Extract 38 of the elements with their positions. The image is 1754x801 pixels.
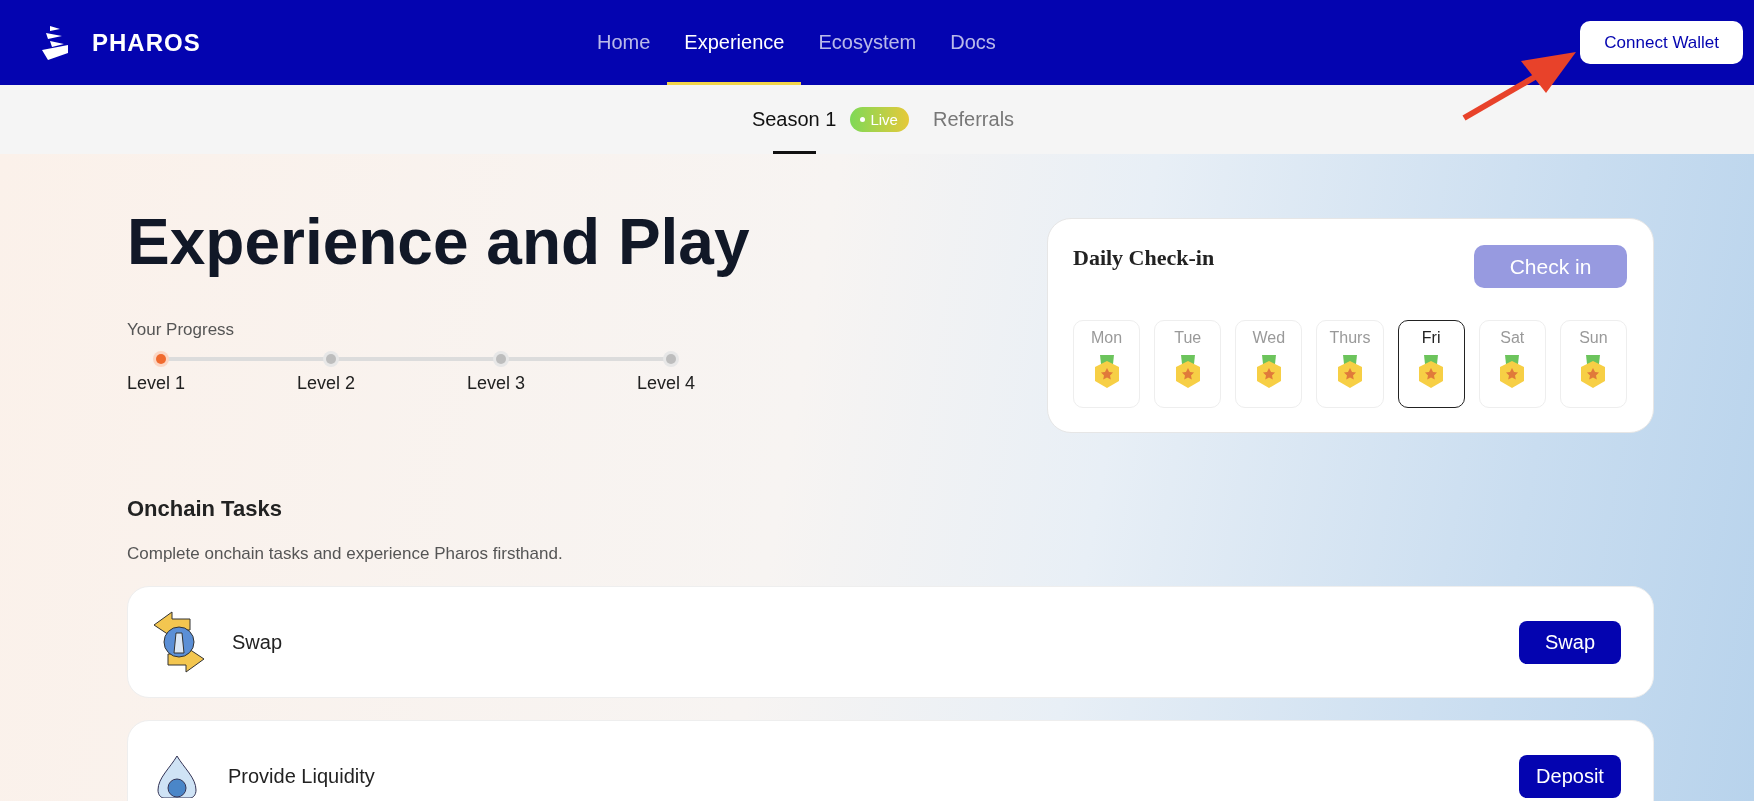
medal-icon xyxy=(1336,355,1364,391)
day-label: Fri xyxy=(1421,329,1441,347)
day-label: Mon xyxy=(1091,329,1123,347)
section-subtitle: Complete onchain tasks and experience Pharos firsthand. xyxy=(127,544,564,564)
level-label: Level 4 xyxy=(637,373,696,393)
live-badge: Live xyxy=(850,107,909,132)
medal-icon xyxy=(1092,355,1121,391)
sub-tab[interactable]: Referrals xyxy=(932,85,1015,154)
day-label: Sun xyxy=(1579,329,1608,347)
medal-icon xyxy=(1417,355,1446,391)
day-label: Wed xyxy=(1252,329,1286,347)
card-title: Daily Check-in xyxy=(1073,245,1215,271)
medal-icon xyxy=(1173,355,1202,391)
section-title: Onchain Tasks xyxy=(127,496,283,522)
level-label: Level 3 xyxy=(467,373,526,393)
day-tile[interactable]: Fri xyxy=(1397,320,1465,408)
connect-wallet-button[interactable]: Connect Wallet xyxy=(1580,21,1743,64)
level-label: Level 2 xyxy=(297,373,356,393)
logo-icon xyxy=(40,25,70,60)
page-title: Experience and Play xyxy=(127,205,751,280)
medal-icon xyxy=(1254,355,1283,391)
nav-tab[interactable]: Docs xyxy=(933,0,1013,85)
nav-tab[interactable]: Home xyxy=(580,0,668,85)
day-label: Tue xyxy=(1174,329,1202,347)
task-title: Swap xyxy=(232,630,283,653)
level-label: Level 1 xyxy=(127,373,186,393)
task-title: Provide Liquidity xyxy=(228,764,375,787)
brand-name: PHAROS xyxy=(92,28,201,57)
day-label: Sat xyxy=(1500,329,1525,347)
progress-label: Your Progress xyxy=(127,320,236,340)
medal-icon xyxy=(1498,355,1527,391)
nav-tab[interactable]: Ecosystem xyxy=(801,0,934,85)
sub-tab[interactable]: Season 1 xyxy=(751,85,837,154)
lighthouse-arrows-icon xyxy=(152,611,206,673)
task-button[interactable]: Deposit xyxy=(1519,754,1621,798)
medal-icon xyxy=(1579,355,1608,391)
day-label: Thurs xyxy=(1329,329,1371,347)
task-button[interactable]: Swap xyxy=(1519,620,1621,664)
